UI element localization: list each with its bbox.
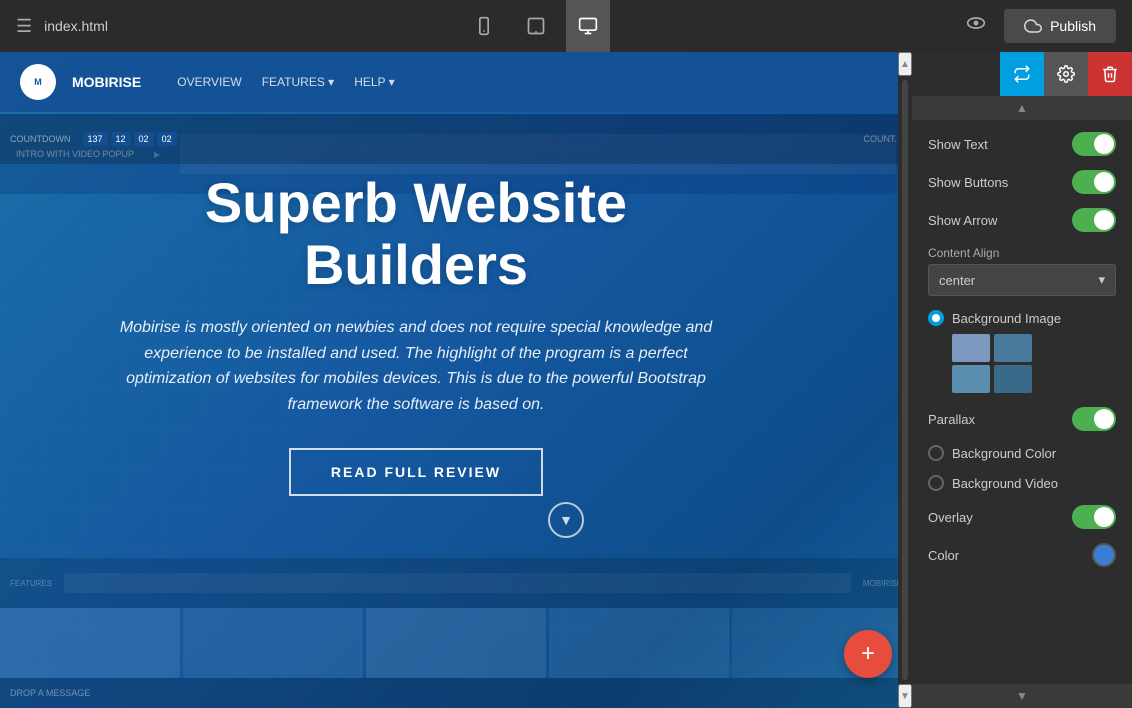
nav-link-overview: OVERVIEW	[177, 75, 241, 89]
filename: index.html	[44, 18, 108, 34]
scroll-down-button[interactable]: ▼	[898, 684, 912, 708]
show-buttons-label: Show Buttons	[928, 175, 1008, 190]
content-align-section: Content Align center ▾	[928, 246, 1116, 296]
toggle-knob	[1094, 134, 1114, 154]
add-section-button[interactable]: +	[844, 630, 892, 678]
mobile-view-button[interactable]	[462, 0, 506, 52]
publish-label: Publish	[1050, 18, 1096, 34]
toggle-knob	[1094, 172, 1114, 192]
desktop-view-button[interactable]	[566, 0, 610, 52]
device-selector	[462, 0, 610, 52]
drop-message-strip: DROP A MESSAGE	[0, 678, 912, 708]
bg-color-left: Background Color	[928, 445, 1056, 461]
show-text-toggle[interactable]	[1072, 132, 1116, 156]
show-buttons-row: Show Buttons	[928, 170, 1116, 194]
dropdown-arrow-icon: ▾	[1098, 272, 1105, 288]
bg-color-row: Background Color	[928, 445, 1116, 461]
color-row: Color	[928, 543, 1116, 567]
nav-link-features: FEATURES ▾	[262, 75, 334, 89]
content-align-label: Content Align	[928, 246, 1116, 260]
settings-button[interactable]	[1044, 52, 1088, 96]
swap-button[interactable]	[1000, 52, 1044, 96]
show-arrow-row: Show Arrow	[928, 208, 1116, 232]
parallax-label: Parallax	[928, 412, 975, 427]
bg-image-section: Background Image	[928, 310, 1116, 393]
bg-video-label: Background Video	[952, 476, 1058, 491]
topbar-right: Publish	[964, 9, 1116, 43]
panel-toolbar	[912, 52, 1132, 96]
show-text-label: Show Text	[928, 137, 988, 152]
bg-video-radio[interactable]	[928, 475, 944, 491]
topbar-left: ☰ index.html	[16, 16, 108, 37]
preview-logo-icon: M	[20, 64, 56, 100]
show-arrow-label: Show Arrow	[928, 213, 997, 228]
nav-link-help: HELP ▾	[354, 75, 395, 89]
hamburger-icon[interactable]: ☰	[16, 16, 32, 37]
settings-panel: ▲ Show Text Show Buttons Show Arrow	[912, 52, 1132, 708]
eye-icon	[964, 13, 988, 33]
overlay-toggle[interactable]	[1072, 505, 1116, 529]
swap-icon	[1013, 65, 1031, 83]
thumb-cell-1	[952, 334, 990, 362]
bg-color-radio[interactable]	[928, 445, 944, 461]
hero-section: Superb Website Builders Mobirise is most…	[0, 132, 832, 536]
trash-icon	[1101, 65, 1119, 83]
scroll-arrow[interactable]: ▼	[548, 502, 584, 538]
color-picker[interactable]	[1092, 543, 1116, 567]
overlay-label: Overlay	[928, 510, 973, 525]
show-buttons-toggle[interactable]	[1072, 170, 1116, 194]
scrollbar-track	[902, 80, 908, 680]
bg-color-label: Background Color	[952, 446, 1056, 461]
thumb-cell-4	[994, 365, 1032, 393]
preview-nav-links: OVERVIEW FEATURES ▾ HELP ▾	[177, 75, 394, 89]
scroll-up-button[interactable]: ▲	[898, 52, 912, 76]
bottom-strip-1: FEATURES MOBIRISE	[0, 558, 912, 608]
overlay-row: Overlay	[928, 505, 1116, 529]
right-scrollbar: ▲ ▼	[898, 52, 912, 708]
panel-content: Show Text Show Buttons Show Arrow	[912, 120, 1132, 684]
show-arrow-toggle[interactable]	[1072, 208, 1116, 232]
delete-button[interactable]	[1088, 52, 1132, 96]
preview-button[interactable]	[964, 13, 988, 39]
parallax-toggle[interactable]	[1072, 407, 1116, 431]
bg-image-row: Background Image	[928, 310, 1116, 326]
bg-image-radio[interactable]	[928, 310, 944, 326]
thumb-cell-3	[952, 365, 990, 393]
bg-image-label: Background Image	[952, 311, 1061, 326]
toggle-knob	[1094, 409, 1114, 429]
bg-video-row: Background Video	[928, 475, 1116, 491]
panel-scroll-up-button[interactable]: ▲	[912, 96, 1132, 120]
bg-video-left: Background Video	[928, 475, 1058, 491]
parallax-row: Parallax	[928, 407, 1116, 431]
color-label: Color	[928, 548, 959, 563]
cloud-icon	[1024, 17, 1042, 35]
main-area: M MOBIRISE OVERVIEW FEATURES ▾ HELP ▾ DO…	[0, 52, 1132, 708]
toggle-knob	[1094, 507, 1114, 527]
panel-scroll-down-button[interactable]: ▼	[912, 684, 1132, 708]
thumb-cell-2	[994, 334, 1032, 362]
hero-cta-button[interactable]: READ FULL REVIEW	[289, 448, 543, 496]
content-align-dropdown[interactable]: center ▾	[928, 264, 1116, 296]
content-align-value: center	[939, 273, 975, 288]
bottom-thumbs	[0, 608, 912, 678]
tablet-view-button[interactable]	[514, 0, 558, 52]
hero-subtitle: Mobirise is mostly oriented on newbies a…	[116, 315, 716, 417]
desktop-icon	[576, 16, 600, 36]
toggle-knob	[1094, 210, 1114, 230]
gear-icon	[1057, 65, 1075, 83]
tablet-icon	[525, 16, 547, 36]
show-text-row: Show Text	[928, 132, 1116, 156]
radio-inner	[932, 314, 940, 322]
preview-logo-text: MOBIRISE	[72, 74, 141, 90]
topbar: ☰ index.html	[0, 0, 1132, 52]
mobile-icon	[474, 16, 494, 36]
hero-title: Superb Website Builders	[205, 172, 627, 295]
bg-thumbnail[interactable]	[952, 334, 1032, 393]
publish-button[interactable]: Publish	[1004, 9, 1116, 43]
